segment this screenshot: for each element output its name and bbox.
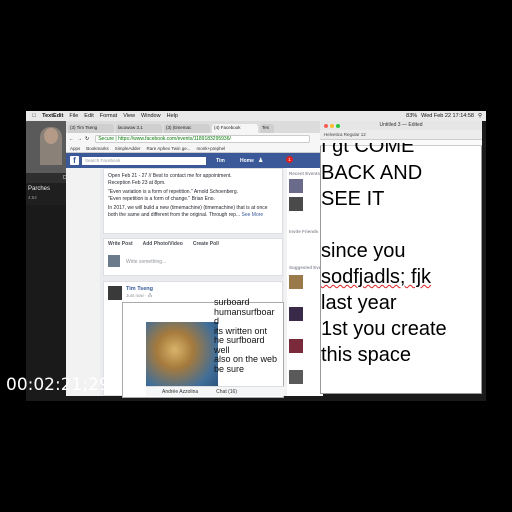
avatar[interactable] [108,286,122,300]
text-line [321,212,479,238]
event-thumbnail[interactable] [289,370,303,384]
bookmark-simpleadder[interactable]: SimpleAdder [115,146,141,151]
menu-file[interactable]: File [69,113,78,119]
forward-icon[interactable]: → [77,136,82,142]
embedded-line: be sure [214,363,245,374]
event-thumbnail[interactable] [289,275,303,289]
clock[interactable]: Wed Feb 22 17:14:58 [421,113,474,119]
event-description-card: Open Feb 21 - 27 // Best to contact me f… [103,168,283,234]
text-line: 1st you create [321,318,447,340]
bookmark-apps[interactable]: Apps [70,146,80,151]
event-thumbnail[interactable] [289,179,303,193]
browser-tab-strip: (3) Tim Tseng lacowow 3.1 (3) (timemac (… [66,121,323,133]
textedit-title: Untitled 3 — Edited [320,121,482,130]
text-line-misspelled: sodfjadls; fjk [321,264,479,290]
apple-icon[interactable]:  [32,113,36,119]
menu-window[interactable]: Window [141,113,161,119]
post-author[interactable]: Tim Tseng [126,286,153,292]
menu-app-name[interactable]: TextEdit [42,113,63,119]
back-icon[interactable]: ← [69,136,74,142]
caller-video-head [44,128,58,144]
bookmarks-bar: Apps Bookmarks SimpleAdder Rare Aphex Tw… [66,144,323,153]
event-thumbnail[interactable] [289,307,303,321]
textedit-format-toolbar[interactable]: Helvetica Regular 12 [320,130,482,140]
close-window-icon[interactable] [324,124,328,128]
chat-bar[interactable]: Andrée Azzolina Chat (16) [146,386,284,396]
url-field[interactable]: Secure | https://www.facebook.com/events… [95,134,311,143]
write-post-button[interactable]: Write Post [108,241,133,247]
bookmark-aphex[interactable]: Rare Aphex Twin ge... [147,146,191,151]
event-thumbnail[interactable] [289,339,303,353]
minimize-window-icon[interactable] [330,124,334,128]
text-line: since you [321,240,406,262]
chat-contact[interactable]: Andrée Azzolina [162,389,198,395]
create-poll-button[interactable]: Create Poll [193,241,219,247]
post-timestamp[interactable]: Just now · ⁂ [126,293,152,299]
menu-edit[interactable]: Edit [84,113,93,119]
embedded-line: humansurfboar [214,306,275,317]
facebook-logo[interactable]: f [70,156,79,165]
menu-format[interactable]: Format [100,113,117,119]
avatar [108,255,120,267]
event-paragraph: In 2017, we will build a new (timemachin… [108,205,278,218]
bookmark-monk[interactable]: monk+prephel [197,146,226,151]
menu-help[interactable]: Help [167,113,178,119]
text-line: SEE IT [321,188,385,210]
embedded-photo [146,322,218,392]
text-line: this space [321,344,412,366]
embedded-text: surboard humansurfboar d its written ont… [214,297,282,374]
profile-link[interactable]: Tim [216,158,225,164]
call-duration: 4:54 [28,195,37,200]
text-line: last year [321,292,397,314]
zoom-window-icon[interactable] [336,124,340,128]
tab-facebook[interactable]: (4) Facebook [212,124,258,133]
event-line: "Even repetition is a form of change." B… [108,195,215,202]
tab-partial[interactable]: Tes [260,124,274,133]
address-bar-row: ← → ↻ Secure | https://www.facebook.com/… [66,133,323,144]
home-link[interactable]: Home [240,158,254,164]
facebook-search-input[interactable]: Search Facebook [82,157,206,165]
composer-input[interactable]: Write something... [126,259,166,265]
event-line: Reception Feb 23 at 8pm. [108,179,166,186]
chat-toggle[interactable]: Chat (16) [216,389,237,395]
video-timecode: 00:02:21;29 [6,375,110,395]
textedit-partial-line: I gt COME [321,143,479,161]
menu-view[interactable]: View [123,113,135,119]
misspelled-text: sodfjadls; fjk [321,266,432,288]
tab-timemac[interactable]: (3) (timemac [164,124,210,133]
friends-icon[interactable]: ♟ [258,157,266,164]
search-icon[interactable]: ⚲ [478,113,482,119]
post-composer: Write Post Add Photo/Video Create Poll W… [103,238,283,276]
event-thumbnail[interactable] [289,197,303,211]
tab-lacowow[interactable]: lacowow 3.1 [116,124,162,133]
see-more-link[interactable]: See More [242,212,264,218]
recent-events-heading: Recent Events [289,171,321,176]
caller-name: Parches [28,186,51,192]
reload-icon[interactable]: ↻ [85,136,89,142]
battery-level[interactable]: 83% [406,113,417,119]
text-line: I gt COME [321,143,415,157]
notification-badge[interactable]: 1 [286,156,293,163]
bookmark-bookmarks[interactable]: Bookmarks [86,146,109,151]
add-photo-button[interactable]: Add Photo/Video [143,241,183,247]
invite-friends-heading: Invite Friends [289,229,319,234]
tab-tim-tseng[interactable]: (3) Tim Tseng [68,124,114,133]
menu-bar:  TextEdit File Edit Format View Window … [26,111,486,121]
textedit-document[interactable]: BACK AND SEE IT since you sodfjadls; fjk… [321,160,479,392]
text-line: BACK AND [321,162,423,184]
